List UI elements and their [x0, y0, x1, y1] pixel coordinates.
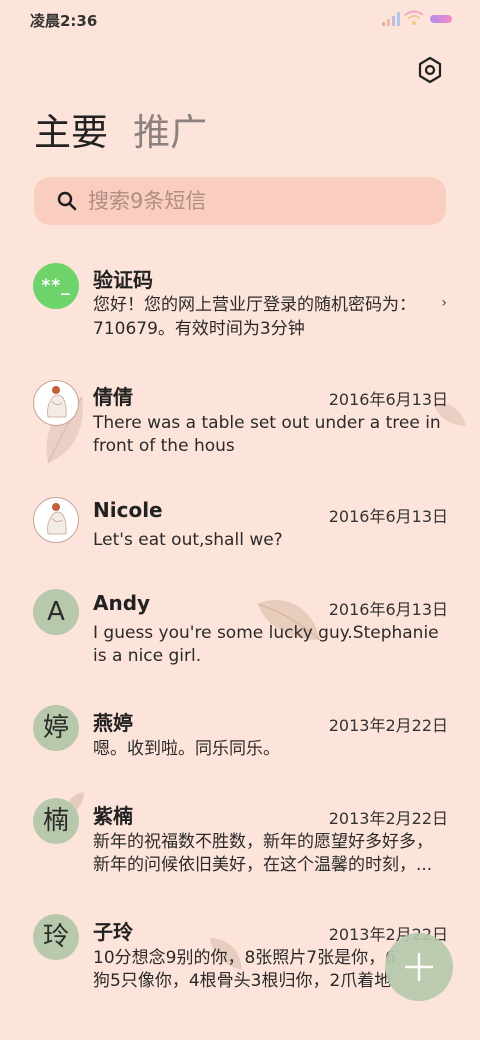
message-date: 2016年6月13日: [328, 507, 448, 526]
new-message-button[interactable]: [385, 933, 453, 1001]
contact-name: Andy: [93, 591, 151, 615]
message-date: 2013年2月22日: [328, 809, 448, 828]
message-line: There was a table set out under a tree i…: [93, 413, 441, 433]
contact-name: Nicole: [93, 498, 163, 522]
person-photo-icon: [47, 503, 67, 535]
contact-name: 紫楠: [93, 804, 133, 828]
contact-name: 倩倩: [93, 385, 133, 409]
wifi-icon: [404, 10, 424, 26]
conversation-item[interactable]: A Andy 2016年6月13日 I guess you're some lu…: [0, 583, 480, 683]
avatar: 玲: [33, 914, 79, 960]
message-line: 您好！您的网上营业厅登录的随机密码为：: [93, 295, 416, 315]
battery-icon: [430, 15, 452, 23]
tab-primary[interactable]: 主要: [34, 108, 108, 158]
conversation-item[interactable]: 倩倩 2016年6月13日 There was a table set out …: [0, 372, 480, 472]
category-tabs: 主要 推广: [34, 108, 227, 158]
conversation-item[interactable]: Nicole 2016年6月13日 Let's eat out,shall we…: [0, 489, 480, 569]
settings-hexagon-icon[interactable]: [414, 54, 446, 86]
message-line: Let's eat out,shall we?: [93, 530, 283, 550]
message-date: 2016年6月13日: [328, 390, 448, 409]
avatar: [33, 380, 79, 426]
status-bar: 凌晨2:36: [0, 0, 480, 40]
conversation-item[interactable]: 婷 燕婷 2013年2月22日 嗯。收到啦。同乐同乐。: [0, 699, 480, 779]
message-line: 新年的祝福数不胜数，新年的愿望好多好多，: [93, 832, 433, 852]
message-line: is a nice girl.: [93, 646, 202, 666]
message-line: I guess you're some lucky guy.Stephanie: [93, 623, 439, 643]
message-line: 710679。有效时间为3分钟: [93, 319, 305, 339]
avatar: 婷: [33, 705, 79, 751]
person-photo-icon: [47, 386, 67, 418]
search-icon: [57, 191, 77, 211]
avatar: 楠: [33, 798, 79, 844]
avatar: [33, 497, 79, 543]
message-date: 2013年2月22日: [328, 716, 448, 735]
message-date: 2016年6月13日: [328, 600, 448, 619]
avatar: **_: [33, 263, 79, 309]
signal-icon: [382, 12, 400, 26]
tab-promotions[interactable]: 推广: [133, 108, 207, 158]
message-line: 新年的问候依旧美好，在这个温馨的时刻，...: [93, 855, 433, 875]
message-line: front of the hous: [93, 436, 235, 456]
plus-icon: [404, 952, 434, 982]
contact-name: 燕婷: [93, 711, 133, 735]
contact-name: 子玲: [93, 920, 133, 944]
conversation-item[interactable]: 楠 紫楠 2013年2月22日 新年的祝福数不胜数，新年的愿望好多好多， 新年的…: [0, 792, 480, 892]
conversation-item[interactable]: **_ 验证码 › 您好！您的网上营业厅登录的随机密码为： 710679。有效时…: [0, 255, 480, 355]
search-input[interactable]: 搜索9条短信: [88, 187, 206, 215]
avatar: A: [33, 589, 79, 635]
status-time: 凌晨2:36: [30, 12, 98, 30]
message-line: 嗯。收到啦。同乐同乐。: [93, 739, 280, 759]
chevron-right-icon: ›: [441, 295, 447, 311]
contact-name: 验证码: [93, 268, 153, 292]
search-bar[interactable]: 搜索9条短信: [34, 177, 446, 225]
